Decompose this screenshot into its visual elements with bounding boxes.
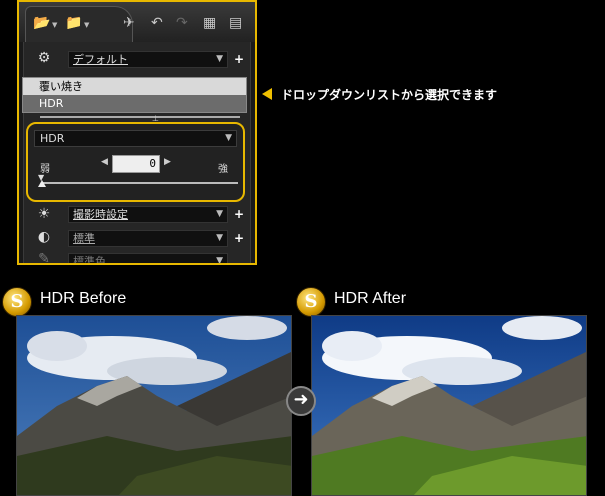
satellite-icon[interactable]: ✈: [123, 16, 135, 30]
gear-icon: ⚙: [37, 50, 51, 66]
chevron-down-icon: ▼: [216, 256, 223, 265]
add-button[interactable]: +: [234, 208, 244, 220]
increment-icon[interactable]: ▶: [164, 157, 171, 167]
chevron-down-icon: ▼: [216, 233, 223, 243]
hdr-mode-value: HDR: [40, 132, 65, 145]
before-photo: [16, 315, 292, 496]
preset-select[interactable]: デフォルト ▼: [68, 51, 228, 68]
shooting-settings-value: 撮影時設定: [73, 208, 128, 221]
folder-icon[interactable]: 📁: [65, 16, 82, 30]
chevron-down-icon[interactable]: ▼: [52, 21, 57, 29]
redo-icon[interactable]: ↷: [176, 16, 188, 30]
arrow-right-icon: ➜: [286, 386, 316, 416]
hdr-mode-select[interactable]: HDR ▼: [34, 130, 237, 147]
after-title: HDR After: [334, 290, 407, 307]
chevron-down-icon[interactable]: ▼: [84, 21, 89, 29]
grid-view-icon[interactable]: ▦: [203, 16, 216, 30]
dropdown-option-dodge[interactable]: 覆い焼き: [23, 78, 246, 95]
color-select-value: 標準色: [73, 255, 106, 265]
picture-style-select[interactable]: 標準 ▼: [68, 230, 228, 247]
after-photo: [311, 315, 587, 496]
brand-logo: S: [2, 287, 32, 317]
shooting-settings-select[interactable]: 撮影時設定 ▼: [68, 206, 228, 223]
toolbar: 📂 ▼ 📁 ▼ ✈ ↶ ↷ ▦ ▤: [19, 2, 255, 44]
separator-slider: [40, 116, 240, 118]
undo-icon[interactable]: ↶: [151, 16, 163, 30]
decrement-icon[interactable]: ◀: [101, 157, 108, 167]
dropdown-option-hdr[interactable]: HDR: [23, 95, 246, 112]
dropper-icon: ✎: [38, 251, 50, 265]
chevron-down-icon: ▼: [225, 133, 232, 143]
strong-label: 強: [218, 164, 228, 175]
before-title: HDR Before: [40, 290, 127, 307]
brightness-icon: ☀: [37, 206, 51, 222]
chevron-down-icon: ▼: [216, 209, 223, 219]
preset-select-value: デフォルト: [73, 53, 128, 66]
open-folder-icon[interactable]: 📂: [33, 16, 50, 30]
add-preset-button[interactable]: +: [234, 53, 244, 65]
callout-text: ドロップダウンリストから選択できます: [281, 88, 498, 102]
hdr-control-group: HDR ▼ ◀ 0 ▶ 弱 強 ▼: [26, 122, 245, 202]
add-button[interactable]: +: [234, 232, 244, 244]
brand-logo: S: [296, 287, 326, 317]
strength-slider[interactable]: [42, 182, 238, 184]
callout-arrow-icon: [262, 88, 272, 100]
picture-style-value: 標準: [73, 232, 95, 245]
contrast-icon: ◐: [37, 229, 51, 245]
strength-slider-thumb[interactable]: [38, 180, 46, 187]
strength-input[interactable]: 0: [112, 155, 160, 173]
effect-dropdown-list: 覆い焼き HDR: [22, 77, 247, 113]
layout-icon[interactable]: ▤: [229, 16, 242, 30]
chevron-down-icon: ▼: [216, 54, 223, 64]
color-select[interactable]: 標準色 ▼: [68, 253, 228, 265]
